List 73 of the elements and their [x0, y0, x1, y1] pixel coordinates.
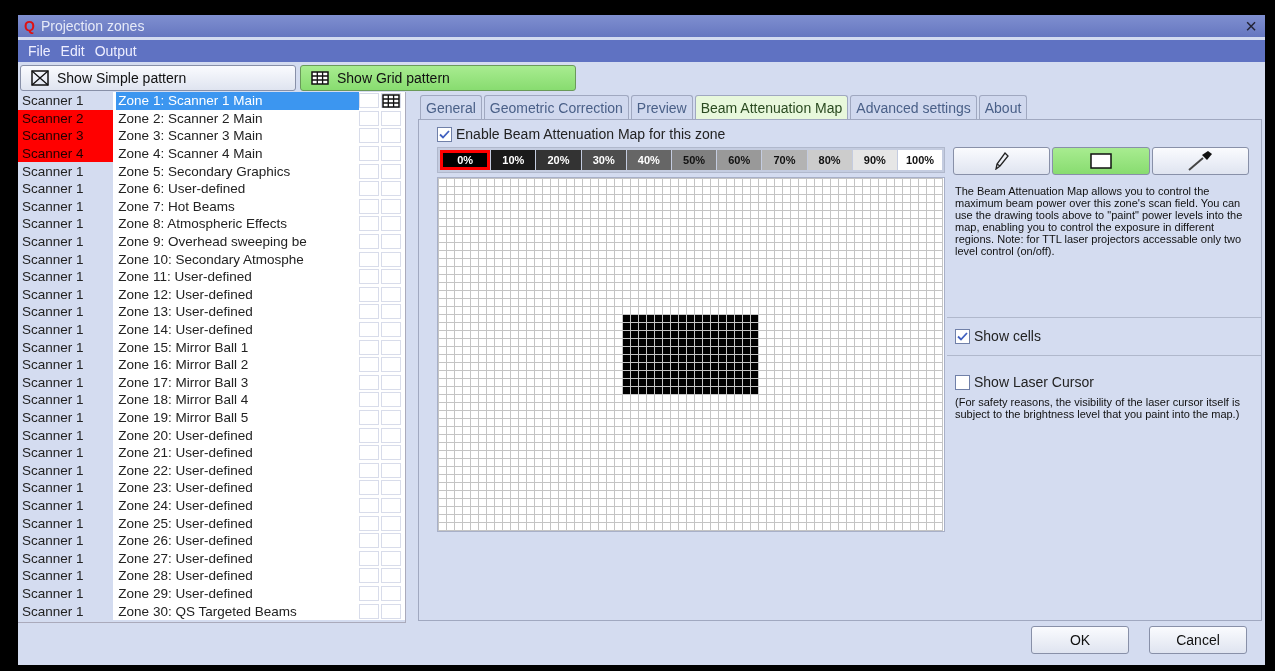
scanner-cell-text: Scanner 1	[21, 532, 85, 550]
level-swatch[interactable]: 10%	[491, 150, 536, 170]
menu-item[interactable]: Edit	[60, 43, 85, 59]
checkbox-label: Show cells	[974, 328, 1041, 344]
dialog-button[interactable]: OK	[1031, 626, 1129, 654]
app-logo: Q	[24, 18, 35, 34]
scanner-cell-text: Scanner 1	[21, 391, 85, 409]
scanner-cell-text: Scanner 1	[21, 409, 85, 427]
tab[interactable]: General	[420, 95, 482, 119]
scanner-cell-text: Scanner 1	[21, 373, 85, 392]
scanner-cell-text: Scanner 1	[21, 250, 85, 268]
scanner-cell-text: Scanner 1	[21, 303, 85, 321]
safety-note: (For safety reasons, the visibility of the laser cursor itself is subject to the brightness level that you paint into the map.)	[955, 396, 1241, 420]
scanner-cell-text: Scanner 1	[21, 444, 85, 462]
scanner-cell-text: Scanner 1	[21, 268, 85, 286]
checkbox[interactable]	[437, 126, 452, 142]
scanner-cell-text: Scanner 1	[21, 356, 85, 374]
level-swatch[interactable]: 40%	[626, 150, 671, 170]
menu-item[interactable]: Output	[94, 43, 137, 59]
level-swatch[interactable]: 100%	[897, 150, 943, 170]
eyedropper-icon	[1187, 150, 1214, 172]
scanner-cell-text: Scanner 1	[21, 162, 85, 180]
scanner-cell-text: Scanner 1	[21, 602, 85, 620]
checkbox-label: Show Laser Cursor	[974, 374, 1094, 390]
level-swatch[interactable]: 20%	[536, 150, 581, 170]
level-swatch[interactable]: 30%	[581, 150, 626, 170]
level-swatch[interactable]: 80%	[807, 150, 852, 170]
attenuation-map-grid[interactable]	[437, 177, 945, 532]
checkbox[interactable]	[955, 374, 970, 390]
tab[interactable]: About	[978, 95, 1028, 119]
tab[interactable]: Preview	[630, 95, 693, 119]
scanner-cell-text: Scanner 1	[21, 197, 85, 216]
level-swatch[interactable]: 0%	[440, 150, 491, 170]
drawing-tool-button[interactable]	[1052, 147, 1150, 175]
menu-item[interactable]: File	[28, 43, 51, 59]
description-text: The Beam Attenuation Map allows you to control the maximum beam power over this zone's scan field. You can use the drawing tools above to "paint" power levels into the map, enabling you to control the exposure in different regions. Note: for TTL laser projectors accessable only two level control (on/off).	[955, 185, 1244, 259]
scanner-cell: Scanner 2	[18, 109, 114, 128]
level-swatch[interactable]: 90%	[852, 150, 897, 170]
checkbox[interactable]	[955, 328, 970, 344]
scanner-cell-text: Scanner 1	[21, 338, 85, 356]
level-swatch[interactable]: 50%	[671, 150, 717, 170]
scanner-cell-text: Scanner 1	[21, 321, 85, 339]
scanner-cell-text: Scanner 1	[21, 233, 85, 251]
dialog-button[interactable]: Cancel	[1149, 626, 1247, 654]
scanner-cell-text: Scanner 1	[21, 567, 85, 585]
scanner-cell-text: Scanner 1	[21, 461, 85, 480]
level-swatch[interactable]: 60%	[717, 150, 762, 170]
scanner-cell-text: Scanner 1	[21, 215, 85, 233]
drawing-tool-button[interactable]	[1151, 147, 1249, 175]
scanner-cell-text: Scanner 1	[21, 426, 85, 444]
scanner-cell: Scanner 3	[18, 127, 114, 145]
pattern-toggle-button[interactable]: Show Grid pattern	[300, 65, 576, 91]
checkbox-label: Enable Beam Attenuation Map for this zone	[456, 126, 726, 142]
pattern-toggle-button[interactable]: Show Simple pattern	[20, 65, 296, 91]
scanner-cell-text: Scanner 1	[21, 496, 85, 515]
tab[interactable]: Geometric Correction	[483, 95, 629, 119]
scanner-cell-text: Scanner 1	[21, 180, 85, 198]
close-button[interactable]: ×	[1245, 16, 1257, 36]
tab[interactable]: Advanced settings	[850, 95, 977, 119]
level-swatch[interactable]: 70%	[762, 150, 807, 170]
scanner-cell-text: Scanner 1	[21, 514, 85, 532]
scanner-cell-text: Scanner 1	[21, 549, 85, 568]
pencil-icon	[994, 152, 1009, 170]
scanner-cell-text: Scanner 1	[21, 92, 85, 110]
scanner-cell-text: Scanner 1	[21, 285, 85, 304]
pattern-checkbox[interactable]	[381, 93, 401, 109]
scanner-cell-text: Scanner 1	[21, 479, 85, 497]
window-title: Projection zones	[40, 18, 146, 34]
crossed-box-icon	[31, 70, 49, 86]
rectangle-icon	[1090, 153, 1112, 169]
tab[interactable]: Beam Attenuation Map	[694, 95, 849, 119]
grid-icon	[311, 71, 329, 85]
scanner-cell-text: Scanner 1	[21, 584, 85, 603]
